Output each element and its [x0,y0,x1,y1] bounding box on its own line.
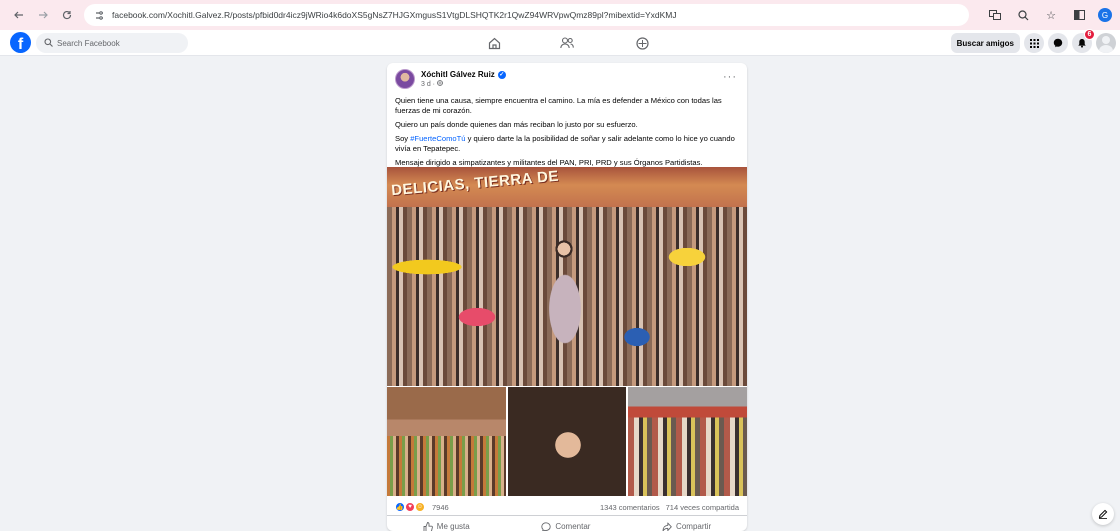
groups-icon[interactable] [630,33,654,53]
shares-count[interactable]: 714 veces compartida [666,503,739,512]
facebook-logo[interactable]: f [10,32,31,53]
sidebar-icon[interactable] [1070,4,1088,26]
post-photo-arena[interactable] [387,387,506,496]
star-icon[interactable]: ☆ [1042,4,1060,26]
bell-icon[interactable]: 6 [1072,29,1095,53]
banner-text: DELICIAS, TIERRA DE [390,167,560,200]
photo-grid [387,387,747,496]
search-input[interactable] [57,38,177,48]
comment-button[interactable]: Comentar [541,521,591,531]
author-avatar[interactable] [395,69,415,89]
translate-icon[interactable] [986,4,1004,26]
care-reaction-icon: ☺ [415,502,425,512]
reaction-summary[interactable]: 👍 ♥ ☺ 7946 [395,502,449,512]
hashtag-link[interactable]: #FuerteComoTú [410,134,465,143]
post-paragraph: Quiero un país donde quienes dan más rec… [395,120,638,129]
post-body: Quien tiene una causa, siempre encuentra… [395,96,741,172]
post-header: Xóchitl Gálvez Ruiz ✓ 3 d · [395,69,506,89]
search-box[interactable] [36,33,188,53]
friends-icon[interactable] [555,33,579,53]
post-actions: Me gusta Comentar Compartir [387,515,747,531]
rally-banner: DELICIAS, TIERRA DE [387,167,747,207]
address-bar[interactable]: facebook.com/Xochitl.Galvez.R/posts/pfbi… [84,4,969,26]
account-avatar[interactable] [1096,33,1116,53]
verified-badge-icon: ✓ [497,70,506,79]
back-icon[interactable] [8,4,30,26]
zoom-icon[interactable] [1014,4,1032,26]
share-label: Compartir [676,522,712,531]
post-timestamp[interactable]: 3 d · [421,81,435,88]
browser-toolbar: facebook.com/Xochitl.Galvez.R/posts/pfbi… [0,0,1120,30]
comment-icon [541,521,551,531]
more-options-icon[interactable]: ··· [723,71,737,83]
menu-grid-icon[interactable] [1024,33,1044,53]
site-info-icon[interactable] [92,8,106,22]
url-text: facebook.com/Xochitl.Galvez.R/posts/pfbi… [112,10,677,20]
reaction-count: 7946 [432,502,449,512]
home-icon[interactable] [482,33,506,53]
comments-count[interactable]: 1343 comentarios [600,503,660,512]
facebook-header: f Buscar amigos 6 [0,29,1120,56]
post-paragraph: Quien tiene una causa, siempre encuentra… [395,96,722,115]
like-button[interactable]: Me gusta [423,521,470,531]
notification-badge: 6 [1084,29,1095,40]
search-icon [44,37,53,49]
browser-profile-avatar[interactable]: G [1098,8,1112,22]
post-paragraph: Soy #FuerteComoTú y quiero darte la la p… [395,134,741,154]
post-photo-group[interactable] [628,387,747,496]
compose-icon[interactable] [1092,503,1114,525]
comment-label: Comentar [555,522,591,531]
globe-icon [437,80,443,88]
text-segment: Soy [395,134,411,143]
like-reaction-icon: 👍 [395,502,405,512]
share-button[interactable]: Compartir [662,522,711,531]
post-card: Xóchitl Gálvez Ruiz ✓ 3 d · ··· Quien ti… [387,63,747,531]
post-stats: 1343 comentarios 714 veces compartida [600,503,739,512]
messenger-icon[interactable] [1048,33,1068,53]
forward-icon[interactable] [32,4,54,26]
share-icon [662,522,672,531]
author-name[interactable]: Xóchitl Gálvez Ruiz [421,70,495,79]
thumbs-up-icon [423,521,433,531]
reload-icon[interactable] [56,4,78,26]
post-photo-flags[interactable] [507,387,627,496]
love-reaction-icon: ♥ [405,502,415,512]
find-friends-button[interactable]: Buscar amigos [950,33,1020,53]
post-photo-main[interactable]: DELICIAS, TIERRA DE [387,167,747,386]
like-label: Me gusta [436,522,470,531]
